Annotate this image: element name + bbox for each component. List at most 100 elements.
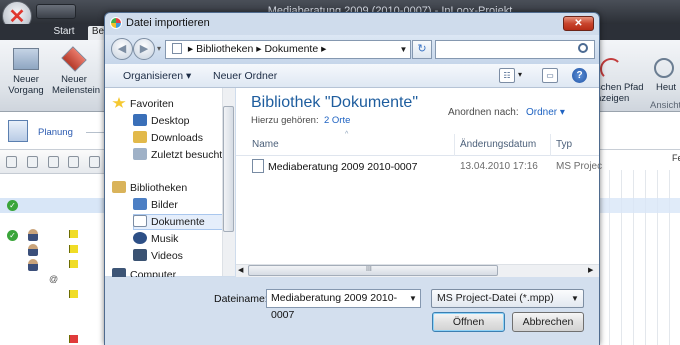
nav-item-videos[interactable]: Videos — [133, 248, 183, 264]
new-task-button[interactable]: Neuer Vorgang — [4, 44, 48, 96]
flag-icon — [69, 335, 78, 343]
search-icon[interactable] — [578, 43, 588, 53]
preview-pane-icon[interactable]: ▭ — [542, 68, 558, 83]
breadcrumb-separator: ▸ — [321, 43, 327, 55]
nav-favorites-header[interactable]: Favoriten — [112, 96, 174, 112]
videos-icon — [133, 249, 147, 261]
ms-project-file-icon — [252, 159, 264, 173]
column-separator[interactable] — [550, 134, 551, 156]
scroll-grip: III — [366, 266, 372, 273]
column-name[interactable]: Name — [252, 139, 279, 150]
search-input[interactable] — [435, 40, 595, 59]
gantt-grid — [598, 170, 680, 345]
person-icon[interactable] — [27, 156, 38, 168]
scroll-left-icon[interactable]: ◀ — [238, 266, 243, 274]
nav-scrollbar-thumb[interactable] — [223, 106, 234, 232]
nav-label: Musik — [151, 233, 179, 245]
attachment-icon[interactable] — [48, 156, 59, 168]
filename-dropdown-icon[interactable]: ▼ — [406, 290, 420, 307]
view-options-icon[interactable]: ☷ — [499, 68, 515, 83]
new-folder-button[interactable]: Neuer Ordner — [213, 70, 277, 82]
info-icon[interactable] — [6, 156, 17, 168]
back-arrow-icon: ◀ — [117, 43, 127, 55]
horizontal-scrollbar-thumb[interactable] — [248, 265, 498, 276]
star-icon — [112, 97, 126, 108]
nav-label: Dokumente — [151, 216, 205, 228]
dialog-footer — [105, 277, 599, 345]
file-date: 13.04.2010 17:16 — [460, 161, 538, 172]
close-button[interactable]: ✕ — [563, 16, 594, 31]
forward-arrow-icon: ▶ — [139, 43, 149, 55]
nav-label: Videos — [151, 250, 183, 262]
column-type[interactable]: Typ — [556, 139, 572, 150]
nav-item-recent[interactable]: Zuletzt besucht — [133, 147, 222, 163]
history-dropdown-icon[interactable]: ▾ — [157, 44, 161, 53]
music-icon — [133, 232, 147, 244]
nav-label: Desktop — [151, 115, 190, 127]
attachment-icon: @ — [49, 274, 59, 284]
library-locations-link[interactable]: 2 Orte — [324, 115, 350, 126]
flag-icon[interactable] — [68, 156, 79, 168]
refresh-button[interactable]: ↻ — [412, 40, 432, 59]
nav-label: Bibliotheken — [130, 182, 188, 194]
nav-item-downloads[interactable]: Downloads — [133, 130, 203, 146]
open-button[interactable]: Öffnen — [432, 312, 505, 332]
address-bar[interactable]: ▸ Bibliotheken ▸ Dokumente ▸ — [165, 40, 411, 59]
filetype-select[interactable]: MS Project-Datei (*.mpp) — [431, 289, 584, 308]
tab-start[interactable]: Start — [44, 26, 84, 40]
arrange-by-dropdown[interactable]: Ordner ▾ — [526, 107, 565, 118]
cancel-button[interactable]: Abbrechen — [512, 312, 584, 332]
planning-icon — [8, 120, 28, 142]
nav-label: Bilder — [151, 199, 178, 211]
person-icon — [28, 229, 38, 241]
critical-path-label-2: nzeigen — [596, 93, 630, 104]
sort-arrow-icon: ^ — [345, 131, 349, 138]
file-name[interactable]: Mediaberatung 2009 2010-0007 — [268, 161, 417, 173]
flag-icon — [69, 260, 78, 268]
help-icon[interactable]: ? — [572, 68, 587, 83]
organize-button[interactable]: Organisieren ▾ — [123, 70, 191, 82]
filename-label: Dateiname: — [214, 293, 268, 305]
nav-label: Favoriten — [130, 98, 174, 110]
breadcrumb-separator: ▸ — [187, 43, 197, 55]
ribbon-group-label: Ansicht — [650, 100, 680, 111]
filename-input[interactable]: Mediaberatung 2009 2010-0007 — [266, 289, 421, 321]
nav-item-documents[interactable]: Dokumente — [133, 214, 205, 230]
breadcrumb-documents[interactable]: Dokumente — [264, 43, 318, 55]
nav-libraries-header[interactable]: Bibliotheken — [112, 180, 187, 196]
desktop-icon — [133, 114, 147, 126]
nav-item-music[interactable]: Musik — [133, 231, 178, 247]
milestone-icon — [61, 46, 87, 72]
filetype-dropdown-icon[interactable]: ▼ — [568, 290, 582, 307]
task-icon — [13, 48, 39, 70]
folder-icon — [172, 43, 182, 54]
column-date[interactable]: Änderungsdatum — [460, 139, 536, 150]
pictures-icon — [133, 198, 147, 210]
quick-access-toolbar[interactable] — [36, 4, 76, 19]
inloox-icon — [110, 17, 122, 29]
warning-icon[interactable] — [89, 156, 100, 168]
file-type: MS Projec — [556, 161, 603, 172]
nav-item-desktop[interactable]: Desktop — [133, 113, 190, 129]
address-dropdown-icon[interactable]: ▼ — [396, 40, 411, 59]
downloads-icon — [133, 131, 147, 143]
critical-path-icon — [600, 58, 622, 80]
column-separator[interactable] — [454, 134, 455, 156]
divider — [86, 132, 106, 133]
view-dropdown-icon[interactable]: ▾ — [518, 70, 522, 79]
nav-label: Downloads — [151, 132, 203, 144]
documents-icon — [133, 215, 147, 227]
nav-label: Zuletzt besucht — [151, 149, 223, 161]
library-title: Bibliothek "Dokumente" — [251, 94, 418, 111]
flag-icon — [69, 245, 78, 253]
new-milestone-button[interactable]: Neuer Meilenstein — [52, 44, 100, 96]
breadcrumb-libraries[interactable]: Bibliotheken — [196, 43, 253, 55]
scroll-right-icon[interactable]: ▶ — [588, 266, 593, 274]
new-task-label: Neuer Vorgang — [8, 74, 44, 96]
today-label: Heut — [656, 82, 677, 93]
planning-label[interactable]: Planung — [38, 127, 73, 138]
check-icon: ✓ — [7, 230, 18, 241]
nav-item-pictures[interactable]: Bilder — [133, 197, 178, 213]
forward-button[interactable]: ▶ — [133, 38, 155, 60]
back-button[interactable]: ◀ — [111, 38, 133, 60]
